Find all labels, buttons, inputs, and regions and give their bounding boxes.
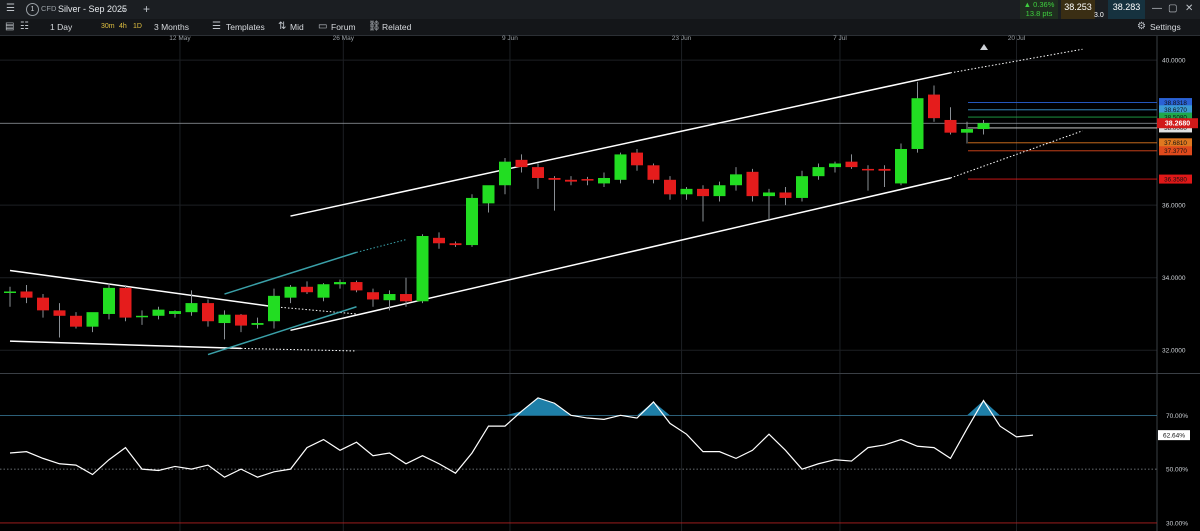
price-tag-label: 36.3580 <box>1164 176 1187 183</box>
price-tag-label: 37.3770 <box>1164 148 1187 155</box>
candle-body <box>433 237 445 244</box>
candle-body <box>251 323 264 325</box>
x-tick-label: 12 May <box>169 35 191 42</box>
candle-body <box>4 291 16 293</box>
y-tick-label: 40.0000 <box>1162 58 1186 65</box>
candle-body <box>631 152 643 166</box>
candle-body <box>103 287 115 314</box>
rsi-tick-label: 30.00% <box>1166 520 1188 527</box>
candle-body <box>169 311 181 314</box>
alert-marker <box>980 44 988 50</box>
candle-body <box>565 179 577 182</box>
candle-body <box>532 167 544 178</box>
trendline-falling-top <box>9 269 275 308</box>
current-price-label: 38.2680 <box>1165 121 1190 128</box>
candle-body <box>614 154 627 180</box>
candle-body <box>961 129 973 133</box>
candle-body <box>515 159 528 168</box>
x-tick-label: 26 May <box>333 35 355 42</box>
rsi-tick-label: 70.00% <box>1166 413 1188 420</box>
rsi-current-label: 62.64% <box>1163 433 1185 440</box>
candle-body <box>730 174 742 186</box>
candle-body <box>812 167 825 177</box>
candle-body <box>862 168 874 171</box>
x-tick-label: 9 Jun <box>502 35 518 42</box>
candle-body <box>449 243 462 246</box>
candle-body <box>581 179 594 181</box>
candle-body <box>416 236 429 302</box>
candle-body <box>911 98 924 149</box>
price-axis: 40.000036.000034.000032.000038.831838.62… <box>1157 58 1198 527</box>
candle-body <box>664 179 676 195</box>
chart-grid: 12 May 26 May 9 Jun 23 Jun 7 Jul 20 Jul <box>0 35 1200 531</box>
candle-body <box>928 94 940 119</box>
candle-body <box>977 123 990 130</box>
candle-body <box>70 315 82 327</box>
rsi-overbought-fill <box>10 397 1033 416</box>
rsi-tick-label: 50.00% <box>1166 467 1188 474</box>
candle-body <box>482 185 495 204</box>
candle-body <box>878 168 891 171</box>
candle-body <box>763 192 775 197</box>
candle-body <box>829 163 841 168</box>
candle-body <box>268 295 280 322</box>
rsi-panel <box>0 397 1157 524</box>
candle-body <box>746 171 759 197</box>
x-tick-label: 7 Jul <box>833 35 847 42</box>
chart-area[interactable]: 12 May 26 May 9 Jun 23 Jun 7 Jul 20 Jul 40.00… <box>0 0 1200 531</box>
candle-body <box>466 197 478 246</box>
candle-body <box>796 176 808 198</box>
candle-body <box>383 294 396 301</box>
candle-body <box>301 286 313 293</box>
candle-body <box>845 161 858 168</box>
candle-body <box>218 314 231 324</box>
candle-body <box>499 161 511 186</box>
rsi-line <box>9 397 1034 478</box>
candle-body <box>136 315 148 318</box>
candle-body <box>284 286 297 298</box>
candle-body <box>598 177 610 184</box>
x-tick-label: 23 Jun <box>672 35 692 42</box>
candle-body <box>367 292 379 300</box>
candle-body <box>400 294 412 302</box>
candle-body <box>317 284 330 298</box>
candle-body <box>779 192 792 198</box>
candle-body <box>53 310 66 316</box>
candle-body <box>119 287 132 318</box>
candle-body <box>37 297 49 311</box>
candle-body <box>334 282 346 285</box>
y-tick-label: 34.0000 <box>1162 275 1186 282</box>
candle-body <box>944 119 957 133</box>
candle-body <box>185 303 198 313</box>
price-chart <box>0 44 1157 356</box>
candle-body <box>713 185 726 197</box>
trendline-teal-upper-ext <box>356 239 407 253</box>
price-tag-label: 37.6810 <box>1164 140 1187 147</box>
candle-body <box>235 314 247 326</box>
trendline-teal-lower <box>207 306 357 356</box>
candle-body <box>548 177 561 180</box>
candle-body <box>86 312 99 327</box>
candle-body <box>20 291 33 298</box>
trendline-upper-channel <box>290 72 951 217</box>
candle-body <box>350 282 363 291</box>
y-tick-label: 32.0000 <box>1162 348 1186 355</box>
candle-body <box>680 188 693 195</box>
trendline-falling-bottom <box>9 340 242 350</box>
candle-body <box>152 309 165 316</box>
x-tick-label: 20 Jul <box>1008 35 1026 42</box>
y-tick-label: 36.0000 <box>1162 203 1186 210</box>
candle-body <box>202 303 214 322</box>
candle-body <box>697 188 709 197</box>
candle-body <box>895 148 907 184</box>
candle-body <box>647 165 660 180</box>
